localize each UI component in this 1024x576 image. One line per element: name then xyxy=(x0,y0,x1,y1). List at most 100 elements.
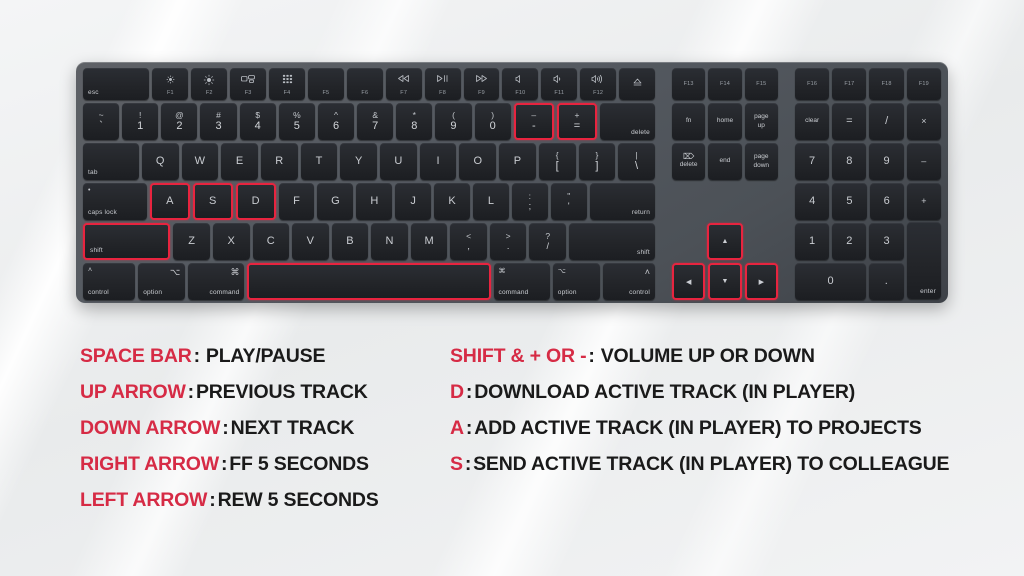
key-command-right[interactable]: ⌘ command xyxy=(493,263,550,300)
key-b[interactable]: B xyxy=(331,223,369,260)
key-numpad-1[interactable]: 1 xyxy=(794,223,830,260)
key-numpad-8[interactable]: 8 xyxy=(832,143,867,180)
key-end[interactable]: end xyxy=(708,143,742,180)
key-m[interactable]: M xyxy=(410,223,448,260)
key-f3[interactable]: F3 xyxy=(230,68,267,100)
key-caps-lock[interactable]: • caps lock xyxy=(83,183,147,220)
key-arrow-down[interactable]: ▼ xyxy=(708,263,742,300)
key-f16[interactable]: F16 xyxy=(794,68,830,100)
key-forward-delete[interactable]: ⌦ delete xyxy=(671,143,706,180)
key-command-left[interactable]: ⌘ command xyxy=(188,263,245,300)
key-f6[interactable]: F6 xyxy=(346,68,383,100)
key-option-left[interactable]: ⌥ option xyxy=(138,263,186,300)
key-f13[interactable]: F13 xyxy=(671,68,706,100)
key-numpad-enter[interactable]: enter xyxy=(907,222,941,299)
key-numpad-7[interactable]: 7 xyxy=(794,143,830,180)
key-f14[interactable]: F14 xyxy=(708,68,742,100)
key-page-down[interactable]: page down xyxy=(744,143,778,180)
key-l[interactable]: L xyxy=(473,183,509,220)
key-numpad-6[interactable]: 6 xyxy=(869,183,904,220)
key-w[interactable]: W xyxy=(181,143,219,180)
key-4[interactable]: $4 xyxy=(239,103,276,140)
key-g[interactable]: G xyxy=(317,183,354,220)
key-numpad-9[interactable]: 9 xyxy=(869,143,904,180)
key-numpad-0[interactable]: 0 xyxy=(795,263,867,300)
key-f2[interactable]: F2 xyxy=(191,68,228,100)
key-x[interactable]: X xyxy=(212,223,250,260)
key-numpad-multiply[interactable]: × xyxy=(906,103,941,140)
key-r[interactable]: R xyxy=(260,143,298,180)
key-numpad-minus[interactable]: – xyxy=(906,143,941,180)
key-control-left[interactable]: ˄ control xyxy=(83,263,136,300)
key-f18[interactable]: F18 xyxy=(869,68,904,100)
key-numpad-5[interactable]: 5 xyxy=(832,183,867,220)
key-f8[interactable]: F8 xyxy=(424,68,461,100)
key-v[interactable]: V xyxy=(292,223,329,260)
key-1[interactable]: ! 1 xyxy=(122,103,159,140)
key-d[interactable]: D xyxy=(235,183,276,220)
key-minus[interactable]: – - xyxy=(513,103,554,140)
key-f12[interactable]: F12 xyxy=(580,68,617,100)
key-f17[interactable]: F17 xyxy=(832,68,867,100)
key-e[interactable]: E xyxy=(221,143,258,180)
key-s[interactable]: S xyxy=(192,183,233,220)
key-f15[interactable]: F15 xyxy=(744,68,778,100)
key-f19[interactable]: F19 xyxy=(906,68,941,100)
key-2[interactable]: @2 xyxy=(161,103,198,140)
key-t[interactable]: T xyxy=(300,143,338,180)
key-numpad-clear[interactable]: clear xyxy=(794,103,830,140)
key-numpad-equals[interactable]: = xyxy=(832,103,867,140)
key-space[interactable] xyxy=(247,263,491,300)
key-shift-left[interactable]: shift xyxy=(83,223,171,260)
key-plus[interactable]: + = xyxy=(556,103,598,140)
key-h[interactable]: H xyxy=(356,183,393,220)
key-7[interactable]: & 7 xyxy=(357,103,394,140)
key-p[interactable]: P xyxy=(499,143,536,180)
key-o[interactable]: O xyxy=(459,143,497,180)
key-esc[interactable]: esc xyxy=(83,68,150,100)
key-a[interactable]: A xyxy=(149,183,190,220)
key-f10[interactable]: F10 xyxy=(502,68,539,100)
key-home[interactable]: home xyxy=(708,103,742,140)
key-numpad-4[interactable]: 4 xyxy=(795,183,830,220)
key-numpad-decimal[interactable]: . xyxy=(869,263,904,300)
key-5[interactable]: % 5 xyxy=(278,103,315,140)
key-numpad-2[interactable]: 2 xyxy=(832,223,867,260)
key-slash[interactable]: ? / xyxy=(529,223,566,260)
key-bracket-right[interactable]: }] xyxy=(578,143,616,180)
key-return[interactable]: return xyxy=(589,183,656,220)
key-j[interactable]: J xyxy=(395,183,432,220)
key-y[interactable]: Y xyxy=(340,143,378,180)
key-fn[interactable]: fn xyxy=(671,103,706,140)
key-eject[interactable] xyxy=(619,68,655,100)
key-f11[interactable]: F11 xyxy=(541,68,578,100)
key-page-up[interactable]: page up xyxy=(744,103,778,140)
key-bracket-left[interactable]: {[ xyxy=(538,143,576,180)
key-k[interactable]: K xyxy=(434,183,471,220)
key-semicolon[interactable]: :; xyxy=(511,183,548,220)
key-control-right[interactable]: ˄ control xyxy=(602,263,656,300)
key-comma[interactable]: <, xyxy=(450,223,487,260)
key-backtick[interactable]: ~ ` xyxy=(83,103,120,140)
key-i[interactable]: I xyxy=(419,143,457,180)
key-numpad-plus[interactable]: + xyxy=(906,183,942,220)
key-n[interactable]: N xyxy=(371,223,408,260)
key-numpad-3[interactable]: 3 xyxy=(869,223,904,260)
key-delete[interactable]: delete xyxy=(600,103,655,140)
key-6[interactable]: ^ 6 xyxy=(317,103,355,140)
key-arrow-left[interactable]: ◀ xyxy=(672,263,706,300)
key-f5[interactable]: F5 xyxy=(307,68,344,100)
key-3[interactable]: #3 xyxy=(200,103,237,140)
key-z[interactable]: Z xyxy=(173,223,210,260)
key-arrow-right[interactable]: ▶ xyxy=(744,263,778,300)
key-period[interactable]: >. xyxy=(489,223,527,260)
key-u[interactable]: U xyxy=(380,143,417,180)
key-option-right[interactable]: ⌥ option xyxy=(552,263,600,300)
key-8[interactable]: * 8 xyxy=(396,103,433,140)
key-f7[interactable]: F7 xyxy=(385,68,422,100)
key-9[interactable]: (9 xyxy=(435,103,472,140)
key-quote[interactable]: " ' xyxy=(550,183,587,220)
key-f4[interactable]: F4 xyxy=(269,68,305,100)
key-tab[interactable]: tab xyxy=(83,143,139,180)
key-f9[interactable]: F9 xyxy=(463,68,500,100)
